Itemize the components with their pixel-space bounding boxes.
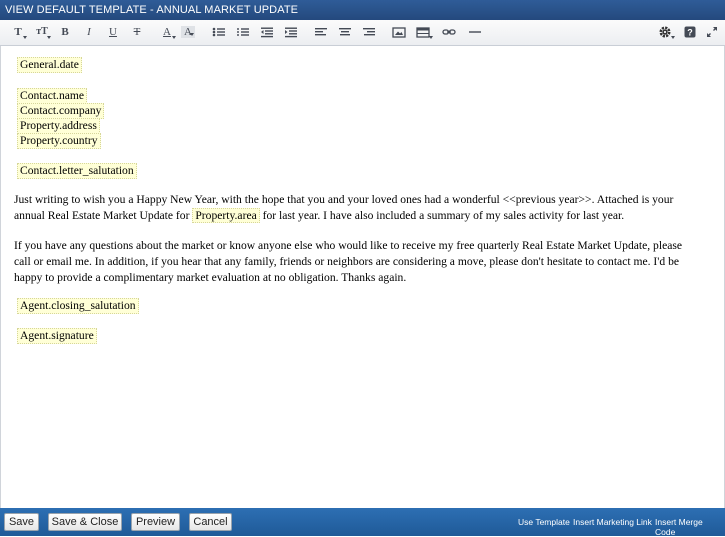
merge-field-contact-letter-salutation[interactable]: Contact.letter_salutation	[17, 163, 137, 179]
editor-toolbar: T тT B I U T A A ?	[0, 20, 725, 46]
paragraph-1-line-2: annual Real Estate Market Update for Pro…	[14, 208, 714, 224]
help-icon[interactable]: ?	[681, 23, 701, 41]
bold-icon[interactable]: B	[55, 23, 75, 41]
save-and-close-button[interactable]: Save & Close	[48, 513, 122, 531]
underline-icon[interactable]: U	[103, 23, 123, 41]
svg-text:?: ?	[687, 28, 693, 38]
paragraph-2-line-2: call or email me. In addition, if you he…	[14, 255, 680, 268]
paragraph-2-line-1: If you have any questions about the mark…	[14, 239, 683, 252]
fullscreen-icon[interactable]	[703, 23, 723, 41]
template-editor-area[interactable]: General.date Contact.name Contact.compan…	[0, 46, 725, 508]
merge-field-agent-closing-salutation[interactable]: Agent.closing_salutation	[17, 298, 139, 314]
indent-icon[interactable]	[282, 23, 302, 41]
merge-field-agent-signature[interactable]: Agent.signature	[17, 328, 97, 344]
insert-image-icon[interactable]	[390, 23, 410, 41]
merge-field-contact-company[interactable]: Contact.company	[17, 103, 105, 119]
merge-field-contact-name[interactable]: Contact.name	[17, 88, 88, 104]
highlight-color-icon[interactable]: A	[181, 26, 195, 38]
align-center-icon[interactable]	[336, 23, 356, 41]
italic-icon[interactable]: I	[79, 23, 99, 41]
font-color-icon[interactable]: A	[157, 23, 177, 41]
merge-field-general-date[interactable]: General.date	[17, 57, 82, 73]
footer-bar: Save Save & Close Preview Cancel Use Tem…	[0, 508, 725, 537]
window-title: VIEW DEFAULT TEMPLATE - ANNUAL MARKET UP…	[0, 0, 725, 20]
horizontal-rule-icon[interactable]	[466, 23, 486, 41]
bullet-list-icon[interactable]	[210, 23, 230, 41]
body-paragraph-2: If you have any questions about the mark…	[14, 238, 714, 286]
insert-link-icon[interactable]	[440, 23, 460, 41]
align-left-icon[interactable]	[312, 23, 332, 41]
merge-field-property-address[interactable]: Property.address	[17, 118, 100, 134]
settings-gear-icon[interactable]	[656, 23, 676, 41]
paragraph-1-line-2-end: for last year. I have also included a su…	[259, 209, 625, 222]
strikethrough-icon[interactable]: T	[127, 23, 147, 41]
align-right-icon[interactable]	[360, 23, 380, 41]
body-paragraph-1: Just writing to wish you a Happy New Yea…	[14, 192, 714, 224]
outdent-icon[interactable]	[258, 23, 278, 41]
use-template-link[interactable]: Use Template	[518, 517, 570, 527]
cancel-button[interactable]: Cancel	[189, 513, 232, 531]
insert-merge-code-link[interactable]: Insert Merge Code	[655, 517, 725, 537]
paragraph-2-line-3: happy to provide a complimentary market …	[14, 271, 407, 284]
insert-table-icon[interactable]	[414, 23, 434, 41]
numbered-list-icon[interactable]	[234, 23, 254, 41]
paragraph-1-line-1: Just writing to wish you a Happy New Yea…	[14, 193, 674, 206]
preview-button[interactable]: Preview	[131, 513, 180, 531]
merge-field-property-country[interactable]: Property.country	[17, 133, 101, 149]
save-button[interactable]: Save	[4, 513, 39, 531]
text-size-icon[interactable]: тT	[32, 23, 52, 41]
font-size-icon[interactable]: T	[8, 23, 28, 41]
paragraph-1-line-2-start: annual Real Estate Market Update for	[14, 209, 193, 222]
merge-field-property-area[interactable]: Property.area	[192, 208, 260, 223]
insert-marketing-link[interactable]: Insert Marketing Link	[573, 517, 652, 527]
